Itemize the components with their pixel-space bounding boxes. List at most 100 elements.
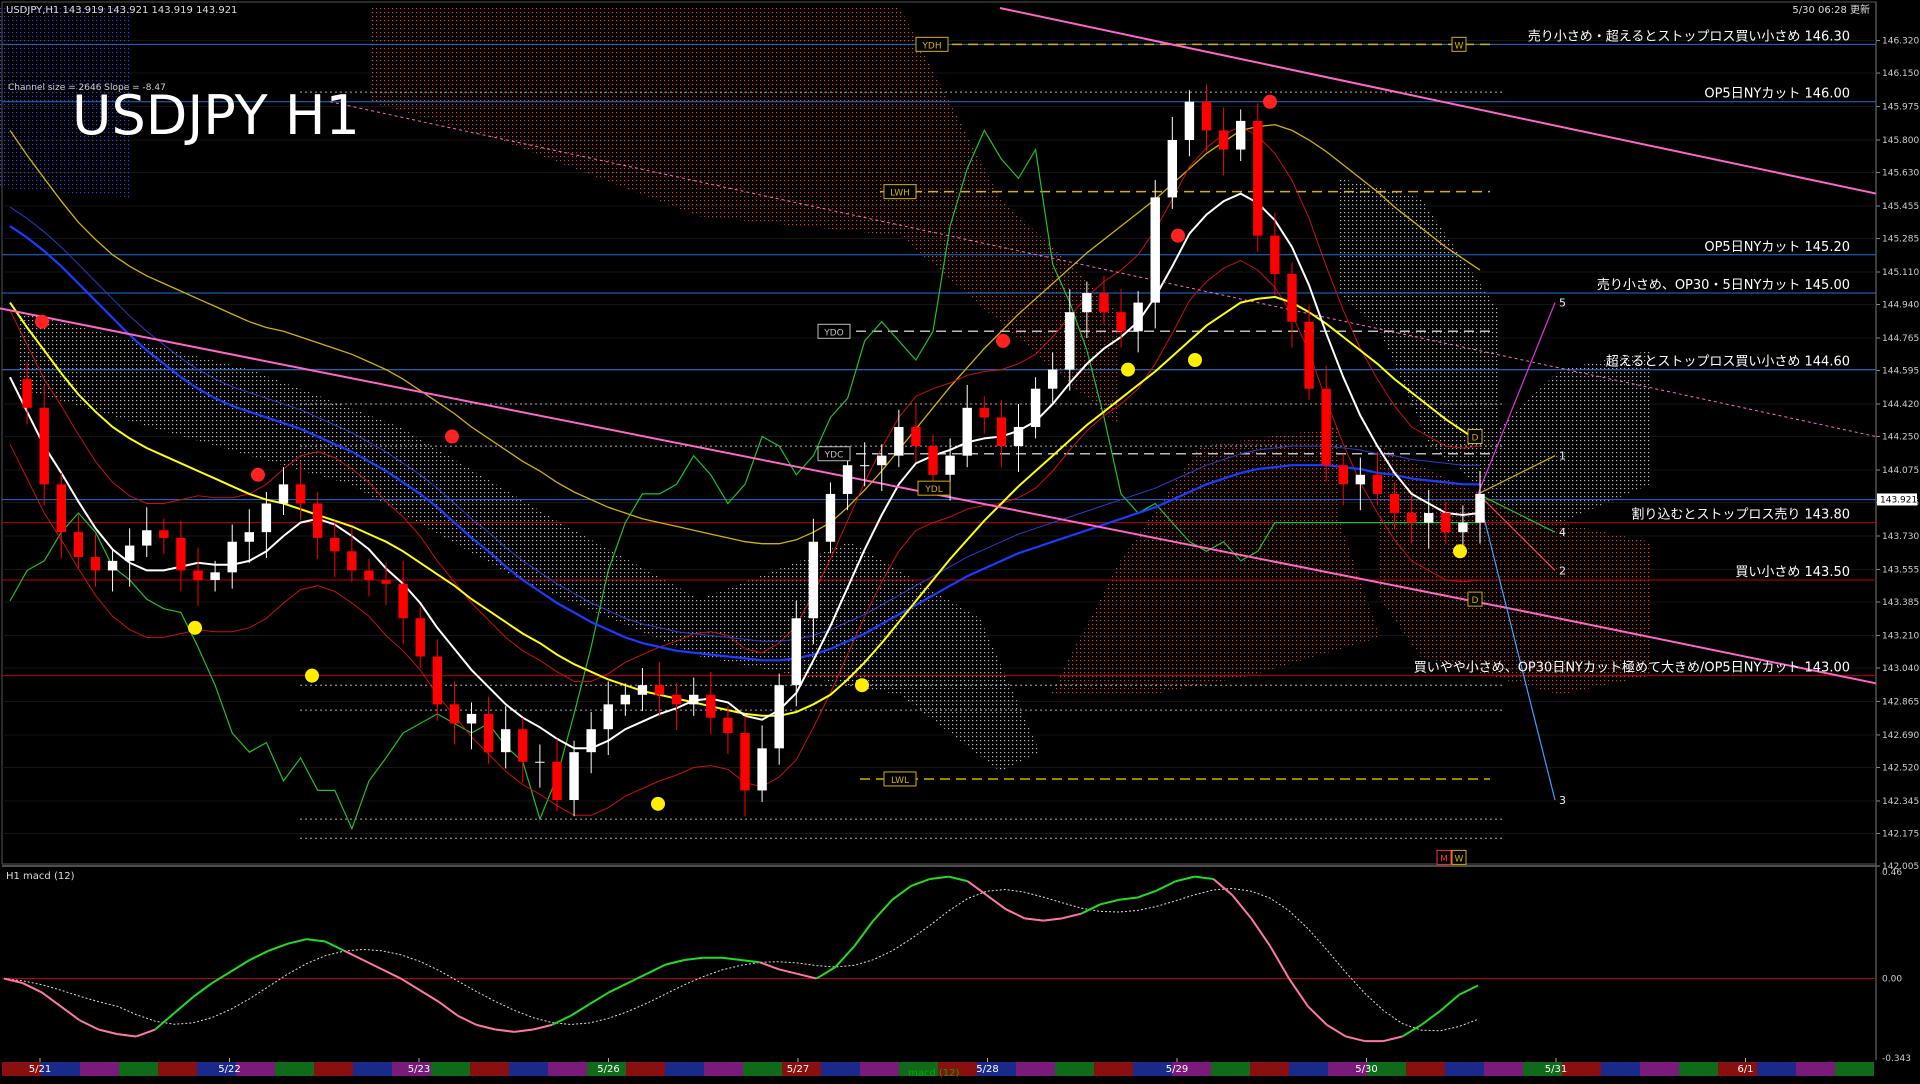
candle-body (535, 761, 545, 763)
price-tick-label: 145.630 (1882, 169, 1919, 179)
candle-body (1270, 235, 1280, 274)
candle-body (398, 583, 408, 619)
candle-body (1304, 321, 1314, 389)
macd-title: H1 macd (12) (6, 871, 75, 882)
time-tick-label: 5/21 (29, 1064, 51, 1075)
time-tick-label: 5/29 (1166, 1064, 1188, 1075)
usdjpy-h1-chart[interactable]: 12345 YDHLWHYDOYDCYDLLWLDDWM W 売り小さめ・超えると… (0, 0, 1920, 1080)
candle-body (1013, 426, 1024, 447)
session-segment (1445, 1062, 1484, 1076)
candle-body (1065, 312, 1075, 370)
candle-body (569, 752, 579, 800)
time-tick-label: 5/28 (976, 1064, 998, 1075)
price-tick-label: 144.250 (1882, 433, 1919, 443)
price-tick-label: 145.455 (1882, 202, 1919, 212)
candle-body (39, 407, 49, 485)
candle-body (56, 484, 66, 533)
price-tick-label: 145.110 (1882, 268, 1919, 278)
sell-signal-icon (35, 314, 49, 329)
candle-body (996, 417, 1007, 447)
candle-body (842, 465, 853, 494)
page-title: USDJPY H1 (72, 84, 360, 147)
time-tick-label: 5/27 (787, 1064, 809, 1075)
projection-label: 1 (1559, 450, 1566, 463)
time-tick-label: 5/23 (408, 1064, 430, 1075)
session-segment (1406, 1062, 1445, 1076)
session-segment (1757, 1062, 1796, 1076)
candle-body (1475, 493, 1485, 523)
candle-body (757, 748, 767, 791)
buy-signal-icon (1121, 362, 1135, 377)
session-segment (1055, 1062, 1094, 1076)
price-tick-label: 145.975 (1882, 103, 1919, 113)
candle-body (278, 484, 289, 504)
level-annotation: 買いやや小さめ、OP30日NYカット極めて大きめ/OP5日NYカット 143.0… (1414, 660, 1850, 676)
session-segment (1835, 1062, 1874, 1076)
session-segment (1289, 1062, 1328, 1076)
session-segment (821, 1062, 860, 1076)
macd-tick-label: 0.00 (1882, 975, 1902, 985)
session-segment (119, 1062, 158, 1076)
candle-body (1167, 140, 1178, 198)
candle-body (894, 426, 904, 456)
candle-body (483, 713, 494, 753)
price-tick-label: 145.285 (1882, 235, 1919, 245)
sell-signal-icon (996, 333, 1010, 348)
candle-body (90, 557, 101, 571)
candle-body (637, 685, 648, 695)
candle-body (740, 733, 750, 791)
candle-body (603, 704, 613, 730)
candle-body (911, 426, 921, 447)
current-price-label: 143.921 (1880, 495, 1917, 505)
candle-body (586, 729, 596, 753)
price-tick-label: 143.730 (1882, 532, 1919, 542)
session-segment (743, 1062, 782, 1076)
level-annotation: OP5日NYカット 145.20 (1704, 240, 1850, 255)
candle-body (620, 694, 631, 705)
level-annotation: 売り小さめ・超えるとストップロス買い小さめ 146.30 (1528, 28, 1850, 44)
session-segment (509, 1062, 548, 1076)
candle-body (979, 407, 990, 418)
candle-body (723, 717, 733, 734)
price-tick-label: 143.040 (1882, 664, 1919, 674)
level-annotation: OP5日NYカット 146.00 (1704, 87, 1850, 102)
session-segment (1250, 1062, 1289, 1076)
session-segment (1562, 1062, 1601, 1076)
time-tick-label: 5/26 (597, 1064, 619, 1075)
candle-body (1116, 312, 1126, 332)
candle-body (1030, 388, 1041, 427)
buy-signal-icon (1453, 544, 1467, 559)
marker-label: YDH (921, 41, 941, 51)
candle-body (808, 541, 819, 619)
candle-body (364, 570, 374, 580)
candle-body (73, 532, 84, 558)
projection-label: 4 (1559, 526, 1566, 539)
candle-body (774, 685, 784, 749)
candle-body (877, 455, 887, 466)
candle-body (1082, 293, 1092, 313)
candle-body (193, 570, 203, 580)
session-segment (353, 1062, 392, 1076)
symbol-header: USDJPY,H1 143.919 143.921 143.919 143.92… (6, 5, 237, 16)
price-tick-label: 144.595 (1882, 367, 1919, 377)
candle-body (124, 545, 135, 561)
candle-body (261, 503, 272, 533)
buy-signal-icon (855, 678, 869, 693)
candle-body (928, 446, 938, 475)
macd-tick-label: 0.46 (1882, 868, 1902, 878)
level-annotation: 買い小さめ 143.50 (1735, 565, 1850, 580)
price-tick-label: 144.420 (1882, 400, 1919, 410)
session-segment (860, 1062, 899, 1076)
level-annotation: 割り込むとストップロス売り 143.80 (1631, 507, 1850, 523)
candle-body (500, 729, 511, 753)
candle-body (552, 761, 562, 800)
bottom-bar-label: macd (12) (908, 1068, 960, 1079)
candle-body (210, 572, 220, 580)
candle-body (107, 560, 118, 571)
price-tick-label: 142.175 (1882, 829, 1919, 839)
session-segment (470, 1062, 509, 1076)
candle-body (381, 580, 391, 584)
candle-body (1321, 388, 1331, 466)
candle-body (859, 465, 870, 467)
candle-body (1338, 465, 1348, 485)
